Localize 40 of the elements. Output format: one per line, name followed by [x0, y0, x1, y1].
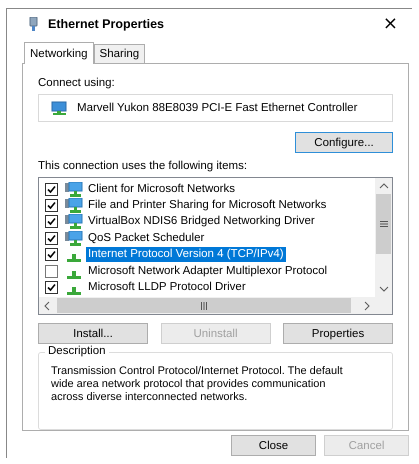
action-button[interactable]: Install... [38, 323, 148, 344]
adapter-name: Marvell Yukon 88E8039 PCI-E Fast Ethernet Controller [77, 102, 358, 114]
computer-icon [65, 230, 83, 246]
tab[interactable]: Sharing [94, 44, 146, 63]
list-item[interactable]: VirtualBox NDIS6 Bridged Networking Driver [86, 214, 317, 230]
description-title: Description [45, 345, 109, 357]
checkbox[interactable] [45, 281, 58, 294]
close-button[interactable]: × [378, 15, 402, 33]
list-item[interactable]: Microsoft Network Adapter Multiplexor Protocol [86, 264, 330, 279]
protocol-icon [67, 254, 81, 262]
list-item[interactable]: Internet Protocol Version 4 (TCP/IPv4) [86, 247, 286, 262]
vertical-scrollbar[interactable] [375, 178, 392, 297]
computer-icon [65, 214, 83, 230]
tab[interactable]: Networking [24, 42, 94, 64]
checkbox[interactable] [45, 248, 58, 262]
grip-icon[interactable] [380, 220, 388, 228]
description-text: Transmission Control Protocol/Internet Protocol. The default wide area network protocol that provides communication across diverse interconnected networks. [51, 365, 344, 404]
configure-button[interactable]: Configure... [295, 132, 393, 153]
list-item[interactable]: Microsoft LLDP Protocol Driver [86, 280, 248, 296]
checkbox[interactable] [45, 215, 58, 228]
checkbox[interactable] [45, 264, 58, 278]
ethernet-plug-icon [29, 17, 38, 31]
dialog-button[interactable]: Close [231, 435, 316, 456]
list-item[interactable]: File and Printer Sharing for Microsoft Networks [86, 198, 328, 214]
checkbox[interactable] [45, 182, 58, 196]
list-item[interactable]: QoS Packet Scheduler [86, 230, 206, 246]
checkbox[interactable] [45, 199, 58, 212]
grip-icon[interactable] [200, 302, 208, 310]
list-item[interactable]: Client for Microsoft Networks [86, 182, 237, 197]
computer-icon [65, 198, 83, 214]
protocol-icon [67, 270, 81, 279]
network-adapter-icon [51, 101, 69, 115]
connect-using-label: Connect using: [38, 76, 116, 90]
computer-icon [65, 182, 83, 197]
horizontal-scrollbar[interactable] [39, 297, 392, 314]
items-label: This connection uses the following items: [38, 159, 248, 173]
window-title: Ethernet Properties [48, 17, 166, 31]
protocol-icon [67, 287, 81, 296]
action-button[interactable]: Properties [283, 323, 393, 344]
checkbox[interactable] [45, 232, 58, 245]
